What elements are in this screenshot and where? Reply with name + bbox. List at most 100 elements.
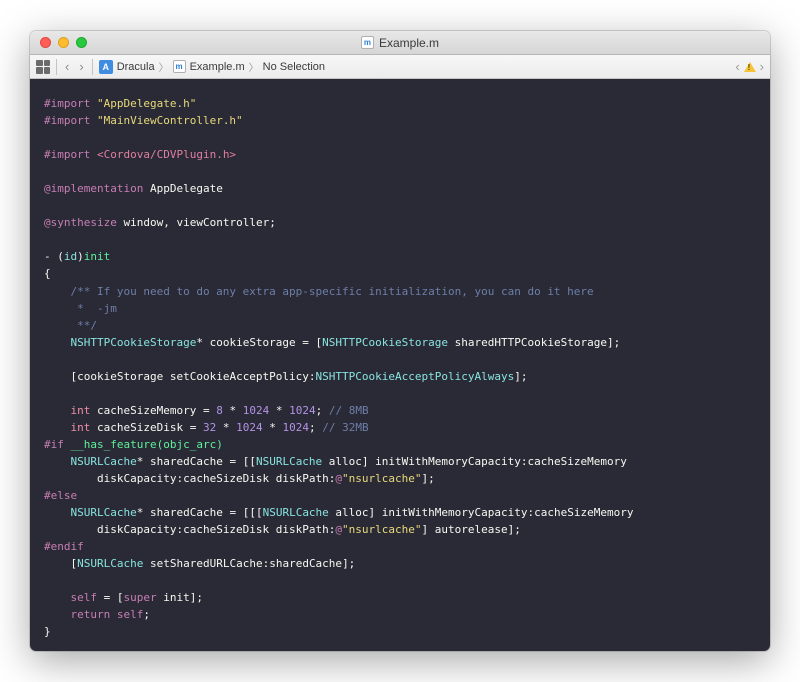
code-token: int (44, 404, 90, 417)
zoom-button[interactable] (76, 37, 87, 48)
code-token: "nsurlcache" (342, 523, 421, 536)
separator (56, 59, 57, 75)
window-controls (30, 37, 87, 48)
code-token: NSURLCache (256, 455, 322, 468)
code-token: = [ (296, 336, 323, 349)
code-token: * (223, 404, 243, 417)
code-token: 1024 (236, 421, 263, 434)
breadcrumb-selection: No Selection (263, 61, 325, 73)
code-token: ] autorelease]; (422, 523, 521, 536)
code-token: int (44, 421, 90, 434)
code-token: super (123, 591, 156, 604)
code-token: #endif (44, 540, 84, 553)
chevron-right-icon[interactable]: › (760, 59, 764, 74)
code-token: [ (44, 370, 77, 383)
code-token: } (44, 625, 51, 638)
code-token: { (44, 267, 51, 280)
code-token: ; (269, 216, 276, 229)
code-token: * (216, 421, 236, 434)
separator (92, 59, 93, 75)
code-token: #import (44, 148, 90, 161)
code-token: __has_feature(objc_arc) (64, 438, 223, 451)
code-token: 1024 (243, 404, 270, 417)
code-token: NSURLCache (44, 506, 137, 519)
chevron-right-icon: 〉 (159, 59, 169, 74)
code-token: NSURLCache (77, 557, 143, 570)
code-token: "MainViewController.h" (97, 114, 243, 127)
warning-icon[interactable] (744, 62, 756, 72)
code-token: setCookieAcceptPolicy: (163, 370, 315, 383)
code-token: "nsurlcache" (342, 472, 421, 485)
code-token: * (137, 455, 150, 468)
code-token: [ (44, 557, 77, 570)
code-token: cacheSizeDisk (183, 472, 269, 485)
related-items-button[interactable] (36, 58, 50, 76)
code-token: sharedCache (150, 455, 223, 468)
code-token: AppDelegate (150, 182, 223, 195)
code-token: - ( (44, 250, 64, 263)
code-token: NSHTTPCookieStorage (44, 336, 196, 349)
forward-button[interactable]: › (77, 58, 85, 76)
code-token: return (44, 608, 110, 621)
grid-icon (36, 60, 50, 74)
code-token: cacheSizeDisk (183, 523, 269, 536)
project-icon: A (99, 60, 113, 74)
code-editor[interactable]: #import "AppDelegate.h" #import "MainVie… (30, 79, 770, 651)
chevron-left-icon[interactable]: ‹ (735, 59, 739, 74)
code-token: #import (44, 114, 90, 127)
code-token: sharedCache (150, 506, 223, 519)
code-token: cookieStorage (210, 336, 296, 349)
code-token: @synthesize (44, 216, 117, 229)
jump-bar: ‹ › A Dracula 〉 m Example.m 〉 No Selecti… (30, 55, 770, 79)
code-token: diskCapacity: (44, 472, 183, 485)
code-token: = [ (97, 591, 124, 604)
code-token: = [[[ (223, 506, 263, 519)
code-token: NSURLCache (263, 506, 329, 519)
minimize-button[interactable] (58, 37, 69, 48)
code-token: NSHTTPCookieStorage (322, 336, 448, 349)
back-button[interactable]: ‹ (63, 58, 71, 76)
code-token: sharedCache (269, 557, 342, 570)
code-token: viewController (176, 216, 269, 229)
code-token: id (64, 250, 77, 263)
code-token: ]; (422, 472, 435, 485)
code-token: ]; (514, 370, 527, 383)
code-token: diskCapacity: (44, 523, 183, 536)
code-token: cacheSizeMemory (534, 506, 633, 519)
code-token: ; (309, 421, 322, 434)
code-token: 32 (203, 421, 216, 434)
code-token: * -jm (44, 302, 117, 315)
code-token: setSharedURLCache: (143, 557, 269, 570)
chevron-right-icon: 〉 (249, 59, 259, 74)
code-token: ]; (342, 557, 355, 570)
code-token: alloc] initWithMemoryCapacity: (329, 506, 534, 519)
code-token: 1024 (289, 404, 316, 417)
code-token: self (44, 591, 97, 604)
code-token: self (110, 608, 143, 621)
code-token: init (84, 250, 111, 263)
breadcrumb-project: Dracula (117, 61, 155, 73)
code-token: // 32MB (322, 421, 368, 434)
code-token: cacheSizeDisk = (90, 421, 203, 434)
code-token: cacheSizeMemory (528, 455, 627, 468)
breadcrumb[interactable]: A Dracula 〉 m Example.m 〉 No Selection (99, 59, 730, 74)
code-token: * (137, 506, 150, 519)
title-text: Example.m (379, 36, 439, 50)
code-token: cacheSizeMemory = (90, 404, 216, 417)
code-token: **/ (44, 319, 97, 332)
code-token: #if (44, 438, 64, 451)
code-token: 1024 (282, 421, 309, 434)
code-token: diskPath: (269, 472, 335, 485)
code-token: NSURLCache (44, 455, 137, 468)
code-token: ; (143, 608, 150, 621)
code-token: window (123, 216, 163, 229)
toolbar-right: ‹ › (735, 59, 764, 74)
code-token: init]; (157, 591, 203, 604)
file-m-icon: m (173, 60, 186, 73)
code-token: ; (316, 404, 329, 417)
code-token: * (196, 336, 209, 349)
code-token: /** If you need to do any extra app-spec… (44, 285, 594, 298)
close-button[interactable] (40, 37, 51, 48)
code-token: // 8MB (329, 404, 369, 417)
code-token: * (263, 421, 283, 434)
